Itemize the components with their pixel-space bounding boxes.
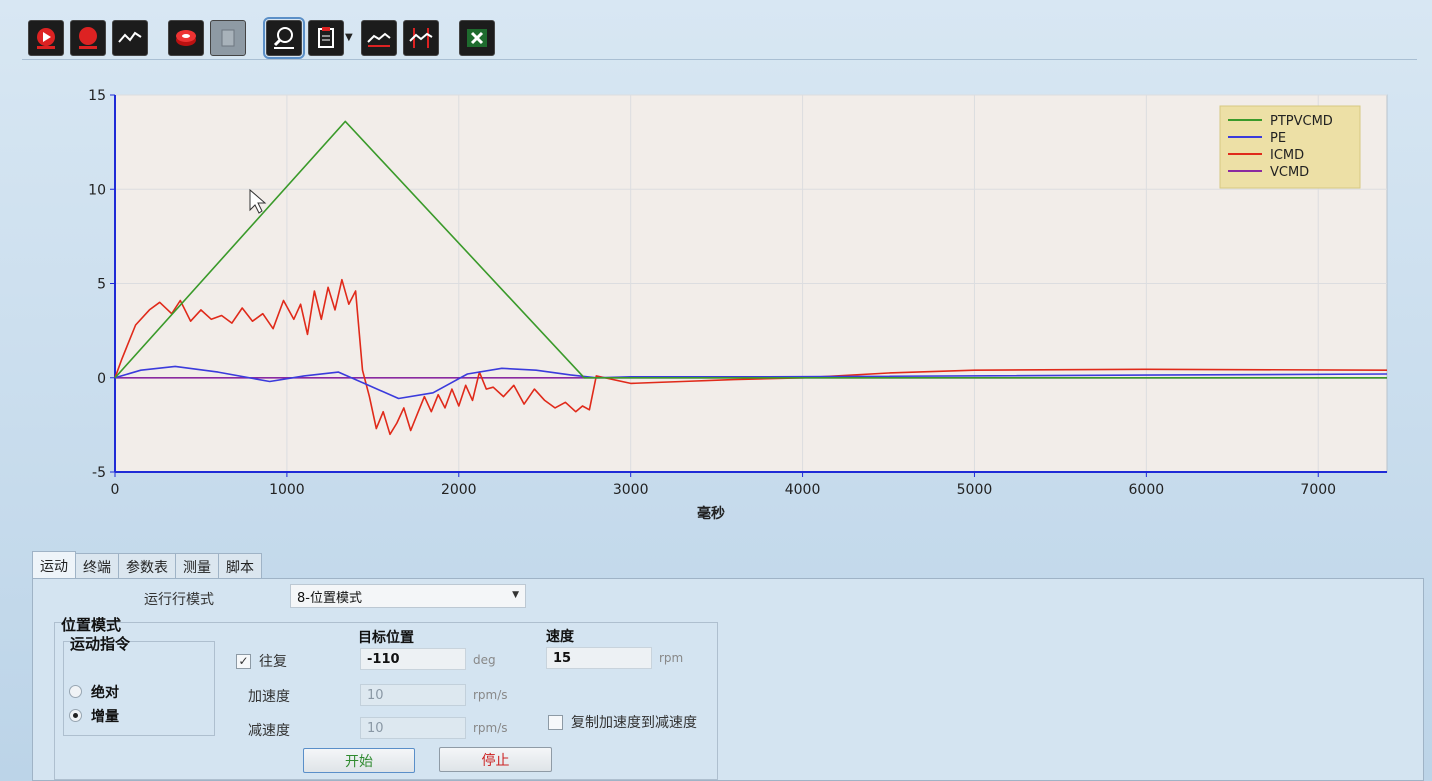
trace-button[interactable] bbox=[360, 19, 397, 56]
tab-motion[interactable]: 运动 bbox=[32, 551, 76, 579]
stop-square-icon bbox=[221, 29, 235, 46]
zoom-button[interactable] bbox=[263, 16, 305, 59]
clipboard-icon bbox=[318, 26, 334, 48]
record-button[interactable] bbox=[70, 19, 106, 56]
increment-label: 增量 bbox=[91, 709, 119, 725]
absolute-label: 绝对 bbox=[91, 685, 119, 701]
save-drive-button[interactable] bbox=[168, 19, 204, 56]
accel-unit: rpm/s bbox=[473, 688, 508, 702]
run-icon bbox=[37, 27, 55, 49]
run-mode-value: 8-位置模式 bbox=[297, 590, 362, 606]
speed-input[interactable]: 15 bbox=[546, 647, 652, 669]
cursor-trace-icon bbox=[408, 27, 433, 48]
reciprocate-checkbox[interactable]: ✓ bbox=[236, 654, 251, 669]
tab-bar: 运动 终端 参数表 测量 脚本 bbox=[32, 551, 262, 579]
y-tick-label: -5 bbox=[92, 465, 106, 481]
target-position-unit: deg bbox=[473, 653, 496, 667]
run-mode-label: 运行行模式 bbox=[144, 592, 214, 608]
y-tick-label: 10 bbox=[88, 182, 106, 198]
tab-script[interactable]: 脚本 bbox=[218, 553, 262, 579]
export-excel-button[interactable] bbox=[458, 19, 495, 56]
target-position-input[interactable]: -110 bbox=[360, 648, 466, 670]
stop-motion-button[interactable]: 停止 bbox=[439, 747, 552, 772]
speed-unit: rpm bbox=[659, 651, 684, 665]
accel-input[interactable]: 10 bbox=[360, 684, 466, 706]
x-tick-label: 6000 bbox=[1129, 482, 1165, 498]
target-position-header: 目标位置 bbox=[358, 630, 414, 646]
speed-header: 速度 bbox=[546, 629, 574, 645]
record-icon bbox=[79, 26, 97, 49]
excel-icon bbox=[466, 28, 487, 47]
toolbar: ▼ bbox=[22, 16, 1417, 60]
clipboard-button[interactable] bbox=[308, 19, 344, 56]
x-tick-label: 0 bbox=[111, 482, 120, 498]
copy-accel-checkbox[interactable] bbox=[548, 715, 563, 730]
legend-label: VCMD bbox=[1270, 165, 1309, 180]
chart-container[interactable]: 0 1000 2000 3000 4000 5000 6000 7000 15 10 5 0 -5 毫秒 P… bbox=[40, 80, 1410, 540]
application-window: ▼ 0 1000 2000 3000 4000 5000 6000 7000 15 10 5 0 bbox=[0, 0, 1432, 781]
stop-button[interactable] bbox=[210, 19, 246, 56]
disk-icon bbox=[176, 29, 196, 46]
decel-input[interactable]: 10 bbox=[360, 717, 466, 739]
x-axis-label: 毫秒 bbox=[697, 505, 725, 522]
y-tick-label: 15 bbox=[88, 88, 106, 104]
start-button[interactable]: 开始 bbox=[303, 748, 415, 773]
increment-radio[interactable] bbox=[69, 709, 82, 722]
trace-icon bbox=[366, 32, 391, 47]
zoom-icon bbox=[273, 26, 294, 49]
clipboard-dropdown-icon[interactable]: ▼ bbox=[345, 32, 353, 43]
tab-measure[interactable]: 测量 bbox=[175, 553, 219, 579]
decel-unit: rpm/s bbox=[473, 721, 508, 735]
legend-label: PTPVCMD bbox=[1270, 114, 1333, 129]
copy-accel-label: 复制加速度到减速度 bbox=[571, 715, 697, 731]
run-button[interactable] bbox=[28, 19, 64, 56]
reciprocate-label: 往复 bbox=[259, 654, 287, 670]
legend-label: ICMD bbox=[1270, 148, 1304, 163]
x-tick-label: 1000 bbox=[269, 482, 305, 498]
wave-button[interactable] bbox=[112, 19, 148, 56]
x-tick-label: 7000 bbox=[1300, 482, 1336, 498]
wave-icon bbox=[118, 31, 142, 43]
line-chart[interactable]: 0 1000 2000 3000 4000 5000 6000 7000 15 10 5 0 -5 毫秒 P… bbox=[40, 80, 1410, 540]
absolute-radio[interactable] bbox=[69, 685, 82, 698]
accel-label: 加速度 bbox=[248, 689, 290, 705]
motion-cmd-title: 运动指令 bbox=[70, 635, 131, 653]
motion-cmd-group bbox=[63, 641, 215, 736]
tab-parameters[interactable]: 参数表 bbox=[118, 553, 176, 579]
x-tick-label: 5000 bbox=[957, 482, 993, 498]
cursor-trace-button[interactable] bbox=[402, 19, 439, 56]
decel-label: 减速度 bbox=[248, 723, 290, 739]
position-mode-title: 位置模式 bbox=[61, 616, 122, 634]
x-tick-label: 2000 bbox=[441, 482, 477, 498]
y-tick-label: 0 bbox=[97, 371, 106, 387]
legend-label: PE bbox=[1270, 131, 1286, 146]
chevron-down-icon: ▼ bbox=[512, 590, 519, 600]
tab-terminal[interactable]: 终端 bbox=[75, 553, 119, 579]
x-tick-label: 4000 bbox=[785, 482, 821, 498]
y-tick-label: 5 bbox=[97, 277, 106, 293]
x-tick-label: 3000 bbox=[613, 482, 649, 498]
run-mode-select[interactable]: 8-位置模式 ▼ bbox=[290, 584, 526, 608]
